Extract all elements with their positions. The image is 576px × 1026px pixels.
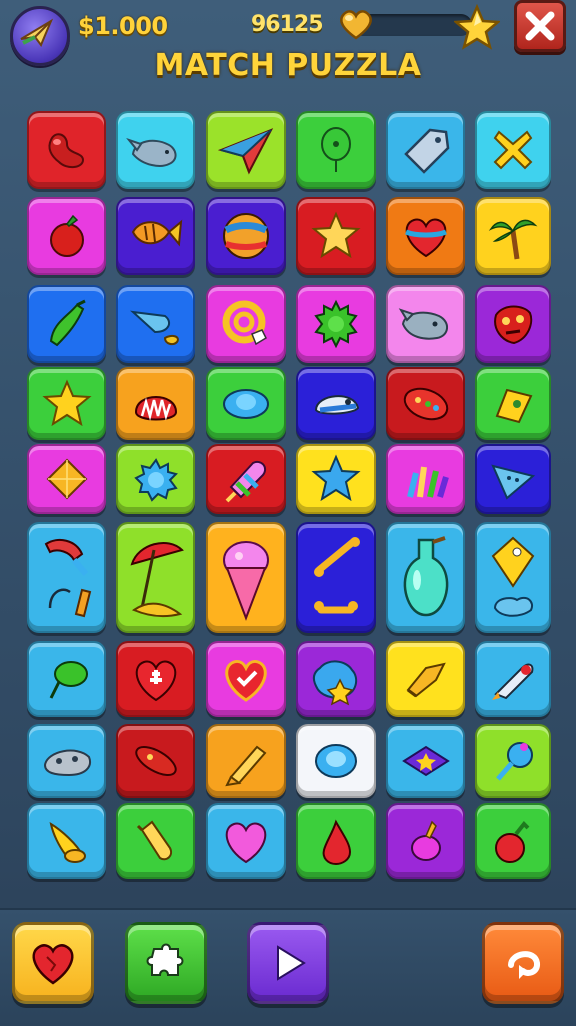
tile-tag[interactable] xyxy=(386,111,465,189)
tile-crayon[interactable] xyxy=(206,724,286,798)
rotate-icon xyxy=(508,951,540,979)
tile-red-mask[interactable] xyxy=(475,285,551,363)
tile-beach-umbrella[interactable] xyxy=(116,522,195,633)
puzzle-board xyxy=(0,0,576,900)
tile-bird[interactable] xyxy=(386,803,465,879)
tile-green-gear[interactable] xyxy=(296,285,376,363)
tile-yellow-hat[interactable] xyxy=(386,641,465,717)
tile-ice-cream[interactable] xyxy=(206,522,286,633)
tile-potion-bottle[interactable] xyxy=(386,522,465,633)
tile-paintbrushes[interactable] xyxy=(386,444,465,514)
tile-blue-disc[interactable] xyxy=(206,367,286,440)
restart-button[interactable] xyxy=(482,922,564,1004)
play-button[interactable] xyxy=(247,922,329,1004)
tile-fish[interactable] xyxy=(116,197,195,275)
heart-icon xyxy=(32,944,74,985)
tile-helmet[interactable] xyxy=(296,367,376,440)
tile-stone[interactable] xyxy=(27,724,106,798)
tile-horn[interactable] xyxy=(27,803,106,879)
tile-ice-pop[interactable] xyxy=(206,444,286,514)
tile-star-gem[interactable] xyxy=(386,724,465,798)
tile-green-balloon[interactable] xyxy=(27,641,106,717)
tile-bulb[interactable] xyxy=(475,724,551,798)
tile-bones[interactable] xyxy=(296,522,376,633)
tile-beach-ball[interactable] xyxy=(206,197,286,275)
tile-blue-flower[interactable] xyxy=(116,444,195,514)
tile-heart-gem[interactable] xyxy=(386,197,465,275)
tile-rocket[interactable] xyxy=(475,641,551,717)
puzzle-button[interactable] xyxy=(125,922,207,1004)
tile-tomato[interactable] xyxy=(27,197,106,275)
tile-red-pepper[interactable] xyxy=(475,803,551,879)
tile-green-bottle[interactable] xyxy=(116,803,195,879)
tile-pennant[interactable] xyxy=(475,367,551,440)
tile-balloon[interactable] xyxy=(296,111,376,189)
tile-green-star[interactable] xyxy=(27,367,106,440)
tile-x-cross[interactable] xyxy=(475,111,551,189)
tile-red-badge[interactable] xyxy=(386,367,465,440)
tile-heart-cross[interactable] xyxy=(116,641,195,717)
tile-star-red[interactable] xyxy=(296,197,376,275)
tile-pink-heart[interactable] xyxy=(206,803,286,879)
tile-blue-star[interactable] xyxy=(296,444,376,514)
tile-red-drop[interactable] xyxy=(296,803,376,879)
tile-triangle-flag[interactable] xyxy=(475,444,551,514)
tile-pink-whale[interactable] xyxy=(386,285,465,363)
tile-white-gem[interactable] xyxy=(296,724,376,798)
tile-red-bean[interactable] xyxy=(27,111,106,189)
puzzle-icon xyxy=(146,943,184,976)
tile-palm-tree[interactable] xyxy=(475,197,551,275)
tile-torpedo[interactable] xyxy=(116,724,195,798)
tile-diamond[interactable] xyxy=(27,444,106,514)
play-icon xyxy=(277,945,306,981)
tile-shell[interactable] xyxy=(116,367,195,440)
tile-paint-splat[interactable] xyxy=(296,641,376,717)
tile-paper-plane[interactable] xyxy=(206,111,286,189)
tile-heart-check[interactable] xyxy=(206,641,286,717)
tile-hammer-tools[interactable] xyxy=(27,522,106,633)
hearts-button[interactable] xyxy=(12,922,94,1004)
tile-kite[interactable] xyxy=(475,522,551,633)
tile-whale[interactable] xyxy=(116,111,195,189)
tile-swirl-hand[interactable] xyxy=(206,285,286,363)
tile-shark-fin[interactable] xyxy=(116,285,195,363)
tile-pepper[interactable] xyxy=(27,285,106,363)
